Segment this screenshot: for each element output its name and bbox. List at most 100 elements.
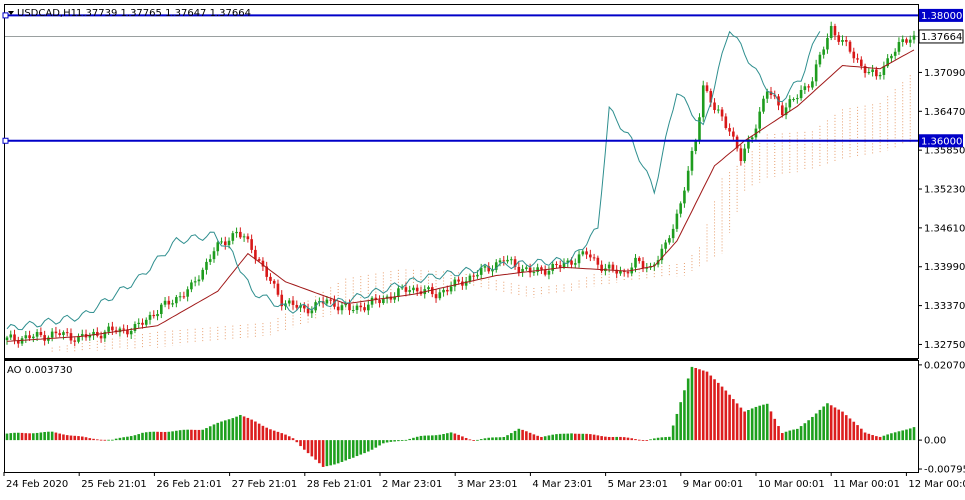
candle-body — [13, 334, 16, 341]
ao-bar — [777, 426, 780, 441]
ao-bar — [555, 434, 558, 441]
ao-bar — [152, 431, 156, 441]
candle-body — [589, 254, 592, 258]
candle-body — [9, 334, 13, 338]
ao-bar — [679, 402, 682, 441]
ao-bar — [807, 420, 810, 441]
ao-bar — [88, 438, 92, 441]
ao-bar — [171, 431, 174, 441]
ao-bar — [28, 433, 31, 441]
ao-bar — [818, 409, 822, 441]
ao-bar — [397, 440, 400, 442]
candle-body — [547, 270, 551, 275]
candle-body — [739, 148, 743, 162]
candle-body — [148, 314, 152, 320]
ao-axis: 0.020709 0.00 -0.007957 — [918, 360, 965, 476]
ao-bar — [378, 440, 381, 446]
candle-body — [276, 283, 280, 295]
candle-body — [905, 39, 908, 43]
candle-body — [743, 148, 746, 162]
candle-body — [446, 289, 449, 292]
ao-bar — [129, 436, 133, 441]
ao-bar — [521, 429, 524, 441]
candle-body — [54, 331, 58, 334]
hline-high-handle[interactable] — [2, 12, 9, 19]
ao-bar — [321, 440, 325, 467]
time-tick-label: 28 Feb 21:01 — [307, 479, 373, 490]
ao-bar — [250, 419, 253, 441]
candle-body — [295, 304, 299, 308]
candle-body — [216, 242, 220, 252]
ao-bar — [686, 378, 690, 441]
candle-body — [366, 304, 370, 311]
ao-bar — [788, 430, 792, 441]
candle-body — [325, 299, 329, 304]
ao-bar — [306, 440, 310, 454]
candle-body — [351, 310, 355, 312]
candle-body — [141, 322, 144, 325]
candle-body — [814, 64, 818, 82]
candle-body — [272, 280, 276, 284]
candle-body — [694, 140, 698, 151]
ao-bar — [893, 432, 897, 441]
candle-body — [558, 265, 562, 268]
ao-bar — [784, 431, 788, 441]
ao-bar — [77, 436, 80, 441]
ao-bar — [479, 439, 483, 441]
candle-body — [705, 85, 709, 92]
ao-bar — [528, 432, 532, 441]
ao-bar — [875, 436, 878, 441]
ao-bar — [826, 403, 829, 441]
ao-bar — [303, 440, 306, 450]
candle-body — [668, 238, 671, 243]
ao-bar — [619, 436, 622, 441]
ao-bar — [412, 437, 415, 441]
candle-body — [875, 69, 878, 77]
ao-bar — [844, 415, 848, 441]
hline-low-handle[interactable] — [2, 137, 9, 144]
ao-bar — [216, 422, 220, 441]
candle-body — [792, 99, 795, 101]
time-tick-label: 10 Mar 00:01 — [758, 479, 825, 490]
candle-body — [43, 335, 46, 341]
ao-bar — [472, 440, 475, 441]
candle-body — [144, 319, 148, 325]
ao-bar — [242, 416, 246, 441]
candle-body — [178, 296, 182, 298]
ao-bar — [318, 440, 321, 464]
candle-body — [675, 213, 679, 229]
ao-bar — [374, 440, 378, 448]
ao-bar — [596, 435, 600, 441]
dropdown-arrow-icon[interactable] — [8, 11, 14, 15]
ao-bar — [156, 431, 159, 441]
candle-body — [137, 322, 141, 325]
ao-bar — [111, 439, 114, 441]
candle-body — [363, 307, 366, 311]
ao-bar — [336, 440, 340, 464]
candle-body — [359, 305, 363, 308]
ao-bar — [611, 436, 615, 441]
candle-body — [329, 299, 332, 301]
ao-bar — [223, 420, 227, 441]
candle-body — [506, 259, 509, 262]
ao-bar — [24, 433, 28, 441]
candle-body — [619, 270, 622, 274]
candle-body — [152, 314, 156, 317]
price-axis: 1.37090 1.36470 1.35850 1.35230 1.34610 1.339… — [918, 68, 965, 351]
ao-bar — [615, 436, 618, 441]
candle-body — [246, 236, 250, 240]
candle-body — [871, 69, 874, 72]
ao-bar — [709, 375, 713, 441]
candle-body — [73, 340, 77, 342]
ao-bar — [92, 438, 95, 441]
ao-bar — [239, 414, 242, 441]
ao-bar — [664, 437, 667, 441]
ao-bar — [517, 428, 521, 441]
candle-body — [167, 300, 171, 305]
candle-body — [62, 332, 65, 335]
candle-body — [340, 305, 344, 311]
candle-body — [239, 231, 242, 238]
candle-body — [472, 275, 475, 277]
candle-body — [171, 303, 174, 305]
ao-bar — [728, 394, 731, 441]
